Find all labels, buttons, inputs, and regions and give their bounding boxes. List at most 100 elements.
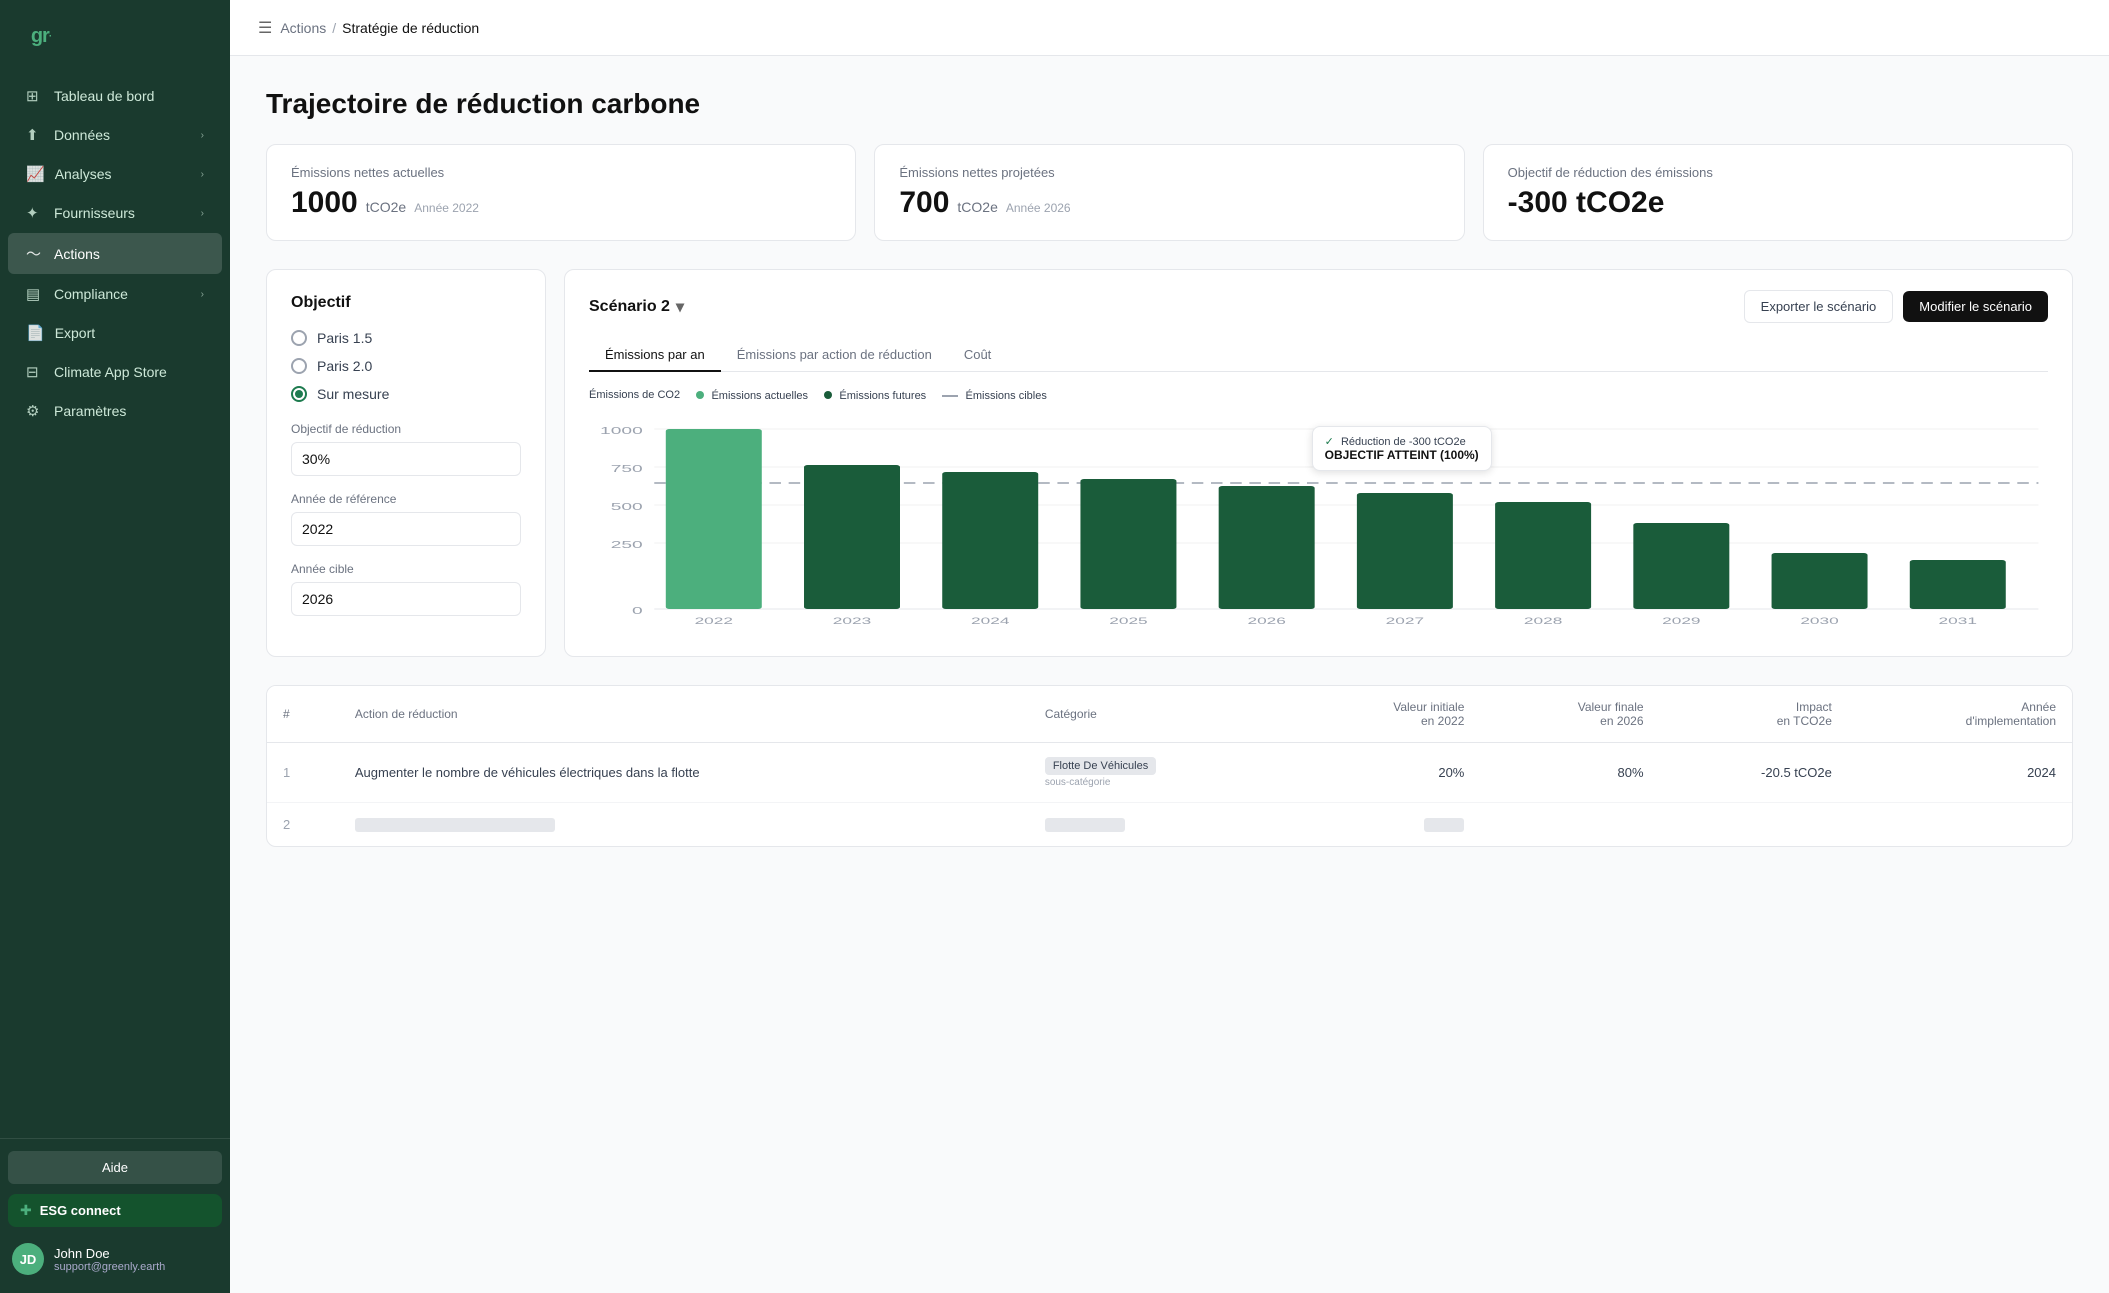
chart-tooltip: ✓ Réduction de -300 tCO2e OBJECTIF ATTEI… xyxy=(1312,426,1492,471)
bar-2026 xyxy=(1219,486,1315,609)
legend-label-actuelles: Émissions actuelles xyxy=(711,390,808,402)
col-annee: Annéed'implementation xyxy=(1848,686,2072,743)
radio-paris20[interactable]: Paris 2.0 xyxy=(291,358,521,374)
field-anneeRef: Année de référence xyxy=(291,492,521,546)
avatar: JD xyxy=(12,1243,44,1275)
climate-icon: ⊟ xyxy=(26,363,44,381)
radio-dot-surMesure xyxy=(295,390,303,398)
sidebar-toggle-icon[interactable]: ☰ xyxy=(258,18,272,38)
actions-icon: 〜 xyxy=(26,243,44,264)
kpi-card-emissions-actuelles: Émissions nettes actuelles 1000 tCO2e An… xyxy=(266,144,856,241)
svg-text:750: 750 xyxy=(611,464,643,475)
input-anneeRef[interactable] xyxy=(291,512,521,546)
badge-vehicle: Flotte De Véhicules xyxy=(1045,757,1156,775)
sidebar-item-label: Climate App Store xyxy=(54,364,167,380)
chevron-down-icon[interactable]: ▾ xyxy=(676,297,684,317)
sidebar-item-analyses[interactable]: 📈 Analyses › xyxy=(8,155,222,193)
esg-connect-badge: ✚ ESG connect xyxy=(8,1194,222,1227)
kpi-number-1: 1000 xyxy=(291,186,358,220)
bar-2024 xyxy=(942,472,1038,609)
sidebar-item-donnees[interactable]: ⬆ Données › xyxy=(8,116,222,154)
scenario-panel: Scénario 2 ▾ Exporter le scénario Modifi… xyxy=(564,269,2073,657)
bar-2030 xyxy=(1772,553,1868,609)
topbar: ☰ Actions / Stratégie de réduction xyxy=(230,0,2109,56)
input-reduction[interactable] xyxy=(291,442,521,476)
compliance-icon: ▤ xyxy=(26,285,44,303)
sidebar-item-label: Fournisseurs xyxy=(54,205,135,221)
radio-label-paris20: Paris 2.0 xyxy=(317,358,372,374)
field-reduction: Objectif de réduction xyxy=(291,422,521,476)
export-scenario-button[interactable]: Exporter le scénario xyxy=(1744,290,1894,323)
modify-scenario-button[interactable]: Modifier le scénario xyxy=(1903,291,2048,322)
col-valeur-finale: Valeur finaleen 2026 xyxy=(1480,686,1659,743)
sidebar-item-compliance[interactable]: ▤ Compliance › xyxy=(8,275,222,313)
table-row: 1 Augmenter le nombre de véhicules élect… xyxy=(267,743,2072,803)
chevron-right-icon: › xyxy=(201,130,204,141)
loading-bar xyxy=(355,818,555,832)
field-label-anneeRef: Année de référence xyxy=(291,492,521,506)
radio-label-paris15: Paris 1.5 xyxy=(317,330,372,346)
breadcrumb-parent[interactable]: Actions xyxy=(280,20,326,36)
sidebar-item-climate[interactable]: ⊟ Climate App Store xyxy=(8,353,222,391)
user-profile[interactable]: JD John Doe support@greenly.earth xyxy=(8,1237,222,1281)
svg-text:2022: 2022 xyxy=(695,616,733,626)
export-icon: 📄 xyxy=(26,324,45,342)
kpi-year-1: Année 2022 xyxy=(414,201,479,215)
dashboard-icon: ⊞ xyxy=(26,87,44,105)
objectif-title: Objectif xyxy=(291,294,521,312)
col-num: # xyxy=(267,686,339,743)
cell-valeur-finale-1: 80% xyxy=(1480,743,1659,803)
tab-emissions-par-action[interactable]: Émissions par action de réduction xyxy=(721,339,948,372)
table-row-loading: 2 xyxy=(267,803,2072,847)
table-wrap: # Action de réduction Catégorie Valeur i… xyxy=(267,686,2072,846)
kpi-card-objectif: Objectif de réduction des émissions -300… xyxy=(1483,144,2073,241)
sidebar-item-fournisseurs[interactable]: ✦ Fournisseurs › xyxy=(8,194,222,232)
field-label-anneeCible: Année cible xyxy=(291,562,521,576)
scenario-title-text: Scénario 2 xyxy=(589,298,670,316)
sidebar-item-tableau[interactable]: ⊞ Tableau de bord xyxy=(8,77,222,115)
sidebar-nav: ⊞ Tableau de bord ⬆ Données › 📈 Analyses… xyxy=(0,68,230,1138)
table-body: 1 Augmenter le nombre de véhicules élect… xyxy=(267,743,2072,847)
svg-text:0: 0 xyxy=(632,606,643,617)
chevron-right-icon: › xyxy=(201,208,204,219)
bar-2025 xyxy=(1080,479,1176,609)
cell-valeur-initiale-2 xyxy=(1291,803,1480,847)
kpi-number-2: 700 xyxy=(899,186,949,220)
cell-num-2: 2 xyxy=(267,803,339,847)
kpi-label-1: Émissions nettes actuelles xyxy=(291,165,831,180)
tab-cout[interactable]: Coût xyxy=(948,339,1007,372)
svg-text:500: 500 xyxy=(611,502,643,513)
svg-text:2031: 2031 xyxy=(1939,616,1977,626)
tab-emissions-par-an[interactable]: Émissions par an xyxy=(589,339,721,372)
sidebar-item-label: Paramètres xyxy=(54,403,126,419)
sidebar-item-label: Actions xyxy=(54,246,100,262)
cell-action-2 xyxy=(339,803,1029,847)
kpi-label-3: Objectif de réduction des émissions xyxy=(1508,165,2048,180)
tooltip-line2: OBJECTIF ATTEINT (100%) xyxy=(1325,448,1479,462)
col-impact: Impacten TCO2e xyxy=(1660,686,1848,743)
legend-co2-label: Émissions de CO2 xyxy=(589,389,680,401)
legend-dot-futures xyxy=(824,391,832,399)
radio-circle-paris20 xyxy=(291,358,307,374)
cell-annee-1: 2024 xyxy=(1848,743,2072,803)
sidebar-item-actions[interactable]: 〜 Actions xyxy=(8,233,222,274)
cell-valeur-initiale-1: 20% xyxy=(1291,743,1480,803)
sidebar-item-parametres[interactable]: ⚙ Paramètres xyxy=(8,392,222,430)
sidebar-item-export[interactable]: 📄 Export xyxy=(8,314,222,352)
input-anneeCible[interactable] xyxy=(291,582,521,616)
main-content: ☰ Actions / Stratégie de réduction Traje… xyxy=(230,0,2109,1293)
radio-label-surMesure: Sur mesure xyxy=(317,386,389,402)
legend-actuelles: Émissions actuelles xyxy=(696,388,808,402)
legend-label-futures: Émissions futures xyxy=(839,390,926,402)
radio-surMesure[interactable]: Sur mesure xyxy=(291,386,521,402)
col-action: Action de réduction xyxy=(339,686,1029,743)
legend-label-cibles: Émissions cibles xyxy=(966,390,1047,402)
chevron-right-icon: › xyxy=(201,289,204,300)
bar-2028 xyxy=(1495,502,1591,609)
radio-circle-paris15 xyxy=(291,330,307,346)
lower-row: Objectif Paris 1.5 Paris 2.0 Sur xyxy=(266,269,2073,657)
radio-paris15[interactable]: Paris 1.5 xyxy=(291,330,521,346)
legend-cibles: Émissions cibles xyxy=(942,388,1047,402)
cell-annee-2 xyxy=(1848,803,2072,847)
help-button[interactable]: Aide xyxy=(8,1151,222,1184)
